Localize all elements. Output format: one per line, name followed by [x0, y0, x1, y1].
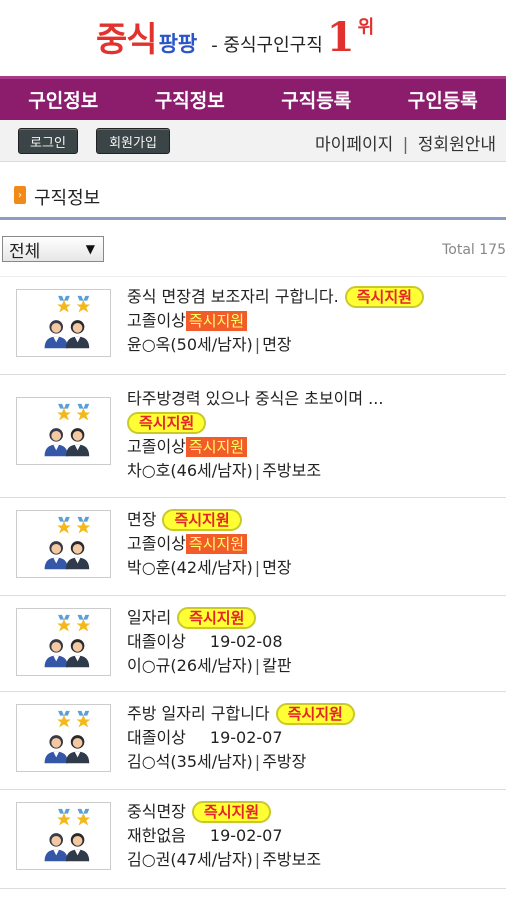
section-header: › 구직정보	[0, 162, 506, 220]
item-position: 칼판	[262, 656, 292, 675]
instant-apply-tag: 즉시지원	[185, 437, 248, 457]
link-separator: |	[402, 135, 409, 155]
item-separator: |	[254, 850, 261, 869]
people-medal-icon	[16, 397, 111, 465]
item-date: 19-02-07	[209, 826, 283, 845]
item-info: 면장 즉시지원 고졸이상 즉시지원 박○훈(42세/남자) | 면장	[127, 508, 500, 580]
category-select-value: 전체	[9, 241, 41, 262]
item-title: 중식면장	[127, 802, 186, 821]
item-separator: |	[254, 335, 261, 354]
join-button[interactable]: 회원가입	[96, 128, 170, 154]
instant-apply-badge: 즉시지원	[191, 801, 272, 823]
main-nav: 구인정보 구직정보 구직등록 구인등록	[0, 76, 506, 120]
app-header: 중식 팡팡 - 중식구인구직 1 위	[0, 0, 506, 76]
item-person: 이○규(26세/남자)	[127, 656, 253, 675]
item-title: 면장	[127, 510, 157, 529]
item-separator: |	[254, 752, 261, 771]
instant-apply-badge: 즉시지원	[344, 286, 424, 308]
list-item[interactable]: 중식 면장겸 보조자리 구합니다. 즉시지원 고졸이상 즉시지원 윤○옥(50세/남자)…	[0, 276, 506, 375]
item-person: 김○석(35세/남자)	[127, 752, 253, 771]
item-date: 19-02-07	[209, 728, 283, 747]
list-item[interactable]: 일자리 즉시지원대졸이상 19-02-08 이○규(26세/남자) | 칼판	[0, 596, 506, 692]
rank-unit: 위	[357, 17, 375, 38]
item-education: 대졸이상	[127, 728, 186, 747]
people-medal-icon	[16, 510, 111, 578]
item-title: 중식 면장겸 보조자리 구합니다.	[127, 287, 339, 306]
list-item[interactable]: 중식면장 즉시지원재한없음 19-02-07 김○권(47세/남자) | 주방보조	[0, 790, 506, 889]
item-education: 고졸이상	[127, 437, 186, 456]
arrow-right-icon: ›	[14, 186, 26, 204]
people-medal-icon	[16, 608, 111, 676]
section-title: 구직정보	[34, 188, 101, 209]
instant-apply-badge: 즉시지원	[177, 607, 257, 629]
account-links: 마이페이지 | 정회원안내	[315, 130, 496, 155]
instant-apply-tag: 즉시지원	[185, 534, 248, 554]
item-person: 차○호(46세/남자)	[127, 461, 253, 480]
item-info: 중식면장 즉시지원재한없음 19-02-07 김○권(47세/남자) | 주방보조	[127, 800, 500, 872]
total-count: Total 175	[442, 242, 506, 258]
logo[interactable]: 중식 팡팡 - 중식구인구직 1 위	[96, 12, 374, 61]
item-date: 19-02-08	[209, 632, 283, 651]
item-education: 고졸이상	[127, 311, 186, 330]
item-person: 박○훈(42세/남자)	[127, 558, 253, 577]
nav-item-job-seek-info[interactable]: 구직정보	[127, 79, 254, 120]
list-item[interactable]: 주방 일자리 구합니다 즉시지원대졸이상 19-02-07 김○석(35세/남자) | 주…	[0, 692, 506, 790]
job-seeker-list: 중식 면장겸 보조자리 구합니다. 즉시지원 고졸이상 즉시지원 윤○옥(50세/남자)…	[0, 276, 506, 889]
nav-item-recruit-info[interactable]: 구인정보	[0, 79, 127, 120]
rank-number: 1	[326, 14, 355, 61]
item-person: 윤○옥(50세/남자)	[127, 335, 253, 354]
instant-apply-tag: 즉시지원	[185, 311, 248, 331]
filter-row: 전체 ▼ Total 175	[0, 220, 506, 276]
item-info: 주방 일자리 구합니다 즉시지원대졸이상 19-02-07 김○석(35세/남자) | 주…	[127, 702, 500, 774]
item-title: 주방 일자리 구합니다	[127, 704, 270, 723]
instant-apply-badge: 즉시지원	[162, 509, 242, 531]
login-button[interactable]: 로그인	[18, 128, 78, 154]
item-education: 대졸이상	[127, 632, 186, 651]
category-select[interactable]: 전체 ▼	[2, 236, 104, 262]
item-education: 재한없음	[127, 826, 186, 845]
nav-item-job-seek-register[interactable]: 구직등록	[253, 79, 380, 120]
item-title: 일자리	[127, 608, 172, 627]
mypage-link[interactable]: 마이페이지	[315, 135, 393, 155]
item-position: 주방보조	[262, 461, 322, 480]
logo-sub: 팡팡	[158, 32, 198, 56]
item-position: 주방장	[262, 752, 307, 771]
login-bar: 로그인 회원가입 마이페이지 | 정회원안내	[0, 120, 506, 162]
people-medal-icon	[16, 704, 111, 772]
item-info: 일자리 즉시지원대졸이상 19-02-08 이○규(26세/남자) | 칼판	[127, 606, 500, 678]
tagline: - 중식구인구직	[211, 35, 323, 56]
item-position: 면장	[262, 335, 292, 354]
item-person: 김○권(47세/남자)	[127, 850, 253, 869]
instant-apply-badge: 즉시지원	[275, 703, 355, 725]
item-position: 주방보조	[262, 850, 322, 869]
item-separator: |	[254, 461, 261, 480]
nav-item-recruit-register[interactable]: 구인등록	[380, 79, 506, 120]
logo-main: 중식	[96, 20, 158, 60]
item-separator: |	[254, 656, 261, 675]
item-education: 고졸이상	[127, 534, 186, 553]
item-info: 타주방경력 있으나 중식은 초보이며 ... 즉시지원 고졸이상 즉시지원 차○호(46…	[127, 387, 500, 483]
instant-apply-badge: 즉시지원	[127, 412, 207, 434]
membership-link[interactable]: 정회원안내	[418, 135, 496, 155]
list-item[interactable]: 면장 즉시지원 고졸이상 즉시지원 박○훈(42세/남자) | 면장	[0, 498, 506, 596]
people-medal-icon	[16, 289, 111, 357]
people-medal-icon	[16, 802, 111, 870]
item-info: 중식 면장겸 보조자리 구합니다. 즉시지원 고졸이상 즉시지원 윤○옥(50세/남자)…	[127, 285, 500, 357]
item-title: 타주방경력 있으나 중식은 초보이며 ...	[127, 389, 384, 408]
list-item[interactable]: 타주방경력 있으나 중식은 초보이며 ... 즉시지원 고졸이상 즉시지원 차○호(46…	[0, 375, 506, 498]
chevron-down-icon: ▼	[85, 242, 95, 256]
item-position: 면장	[262, 558, 292, 577]
item-separator: |	[254, 558, 261, 577]
